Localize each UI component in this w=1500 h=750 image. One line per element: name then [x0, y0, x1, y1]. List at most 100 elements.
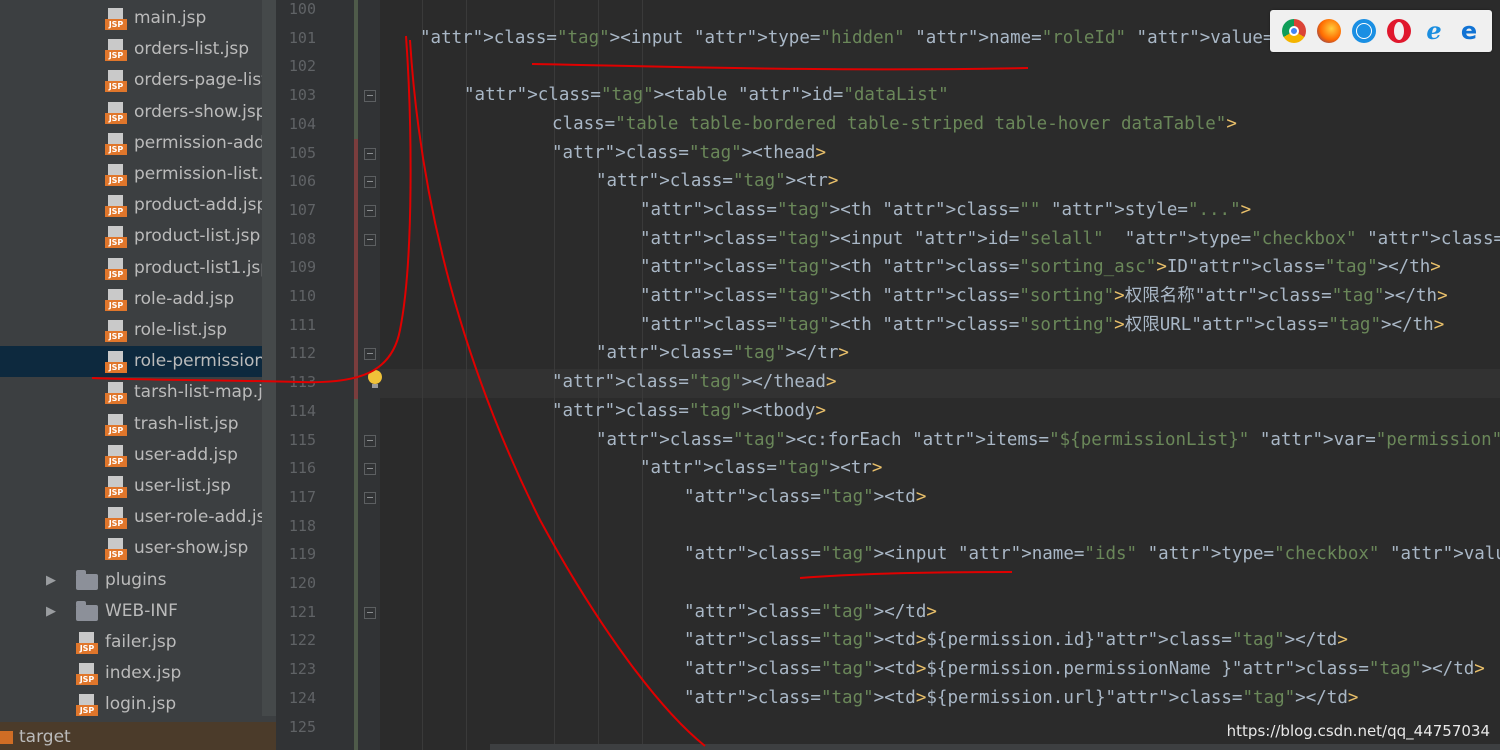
opera-icon[interactable] [1387, 19, 1411, 43]
code-line[interactable]: "attr">class="tag"><th "attr">class="" "… [640, 196, 1251, 225]
edge-icon[interactable]: e [1457, 19, 1481, 43]
tree-file[interactable]: JSP failer.jsp [0, 627, 276, 658]
fold-marker-icon[interactable] [364, 463, 376, 476]
tree-file[interactable]: JSP role-add.jsp [0, 284, 276, 315]
line-number: 115 [288, 430, 316, 449]
fold-marker-icon[interactable] [364, 204, 376, 217]
tree-item-label: WEB-INF [105, 600, 178, 621]
tree-item-label: permission-list.jsp [134, 164, 276, 184]
tree-file[interactable]: JSP role-permission-a [0, 346, 276, 378]
line-number: 107 [288, 200, 316, 219]
jsp-file-icon: JSP [105, 101, 127, 124]
code-line[interactable]: "attr">class="tag"><td>${permission.id}"… [684, 626, 1348, 655]
line-number: 120 [288, 574, 316, 592]
tree-file[interactable]: JSP index.jsp [0, 658, 276, 689]
horizontal-scrollbar[interactable] [490, 744, 1500, 750]
tree-file[interactable]: JSP main.jsp [0, 3, 276, 34]
tree-scrollbar[interactable] [262, 0, 276, 716]
code-line[interactable]: "attr">class="tag"></td> [684, 598, 937, 627]
fold-marker-icon[interactable] [364, 434, 376, 447]
fold-marker-icon[interactable] [364, 348, 376, 361]
jsp-file-icon: JSP [105, 195, 127, 218]
code-editor[interactable]: "attr">class="tag"><input "attr">type="h… [380, 0, 1500, 750]
tree-item-label: index.jsp [105, 663, 182, 684]
code-line[interactable]: "attr">class="tag"><thead> [552, 139, 826, 168]
tree-item-label: tarsh-list-map.jsp [134, 382, 276, 403]
tree-file[interactable]: JSP tarsh-list-map.jsp [0, 377, 276, 408]
line-number: 116 [288, 459, 316, 478]
tree-item-label: user-show.jsp [134, 538, 249, 559]
tree-file[interactable]: JSP user-list.jsp [0, 471, 276, 502]
jsp-file-icon: JSP [105, 39, 127, 62]
tree-item-label: failer.jsp [105, 632, 177, 652]
tree-file[interactable]: JSP trash-list.jsp [0, 409, 276, 440]
code-line[interactable]: "attr">class="tag"><td> [684, 483, 926, 512]
tree-file[interactable]: JSP user-role-add.jsp [0, 502, 276, 533]
code-line[interactable]: "attr">class="tag"><td>${permission.url}… [684, 684, 1358, 713]
tree-file[interactable]: JSP login.jsp [0, 689, 276, 720]
code-line[interactable]: "attr">class="tag"><td>${permission.perm… [684, 655, 1485, 684]
tree-file[interactable]: JSP orders-show.jsp [0, 97, 276, 128]
code-line[interactable]: "attr">class="tag"></tr> [596, 339, 849, 368]
tree-file[interactable]: JSP role-list.jsp [0, 315, 276, 346]
chrome-icon[interactable] [1282, 19, 1306, 43]
expand-arrow-icon[interactable]: ▶ [46, 565, 56, 596]
tree-item-label: target [19, 727, 71, 747]
jsp-badge: JSP [105, 143, 127, 155]
fold-marker-icon[interactable] [364, 176, 376, 189]
code-line[interactable]: "attr">class="tag"><th "attr">class="sor… [640, 253, 1441, 282]
code-line[interactable]: "attr">class="tag"><c:forEach "attr">ite… [596, 426, 1500, 455]
line-number: 113 [288, 373, 316, 392]
jsp-badge: JSP [105, 206, 127, 218]
current-line-highlight [380, 369, 1500, 398]
tree-folder[interactable]: ▶ WEB-INF [0, 596, 276, 627]
line-number: 117 [288, 487, 316, 506]
code-line[interactable]: "attr">class="tag"><tr> [596, 167, 838, 196]
jsp-badge: JSP [105, 237, 127, 249]
code-line[interactable]: "attr">class="tag"><input "attr">id="sel… [640, 225, 1500, 254]
code-line[interactable]: "attr">class="tag"></thead> [552, 368, 837, 397]
editor-gutter: 100 101 102 103 104 105 106 107 108 109 110 111 112 1… [276, 0, 380, 750]
jsp-badge: JSP [105, 549, 127, 561]
code-line[interactable]: "attr">class="tag"><tr> [640, 454, 882, 483]
tree-file[interactable]: JSP permission-add.js [0, 128, 276, 159]
code-line[interactable]: "attr">class="tag"><tbody> [552, 397, 826, 426]
fold-marker-icon[interactable] [364, 147, 376, 160]
expand-arrow-icon[interactable]: ▶ [46, 596, 56, 627]
jsp-badge: JSP [105, 268, 127, 280]
line-number: 108 [288, 229, 316, 248]
code-line[interactable]: "attr">class="tag"><th "attr">class="sor… [640, 311, 1444, 340]
fold-marker-icon[interactable] [364, 606, 376, 619]
excluded-folder-icon [0, 731, 13, 744]
fold-marker-icon[interactable] [364, 90, 376, 103]
code-line[interactable]: "attr">class="tag"><th "attr">class="sor… [640, 282, 1448, 311]
lightbulb-icon[interactable] [368, 370, 382, 388]
fold-marker-icon[interactable] [364, 491, 376, 504]
code-line[interactable]: "attr">class="tag"><table "attr">id="dat… [464, 81, 949, 110]
tree-file[interactable]: JSP user-show.jsp [0, 533, 276, 564]
jsp-badge: JSP [105, 393, 127, 405]
fold-marker-icon[interactable] [364, 233, 376, 246]
tree-folder[interactable]: ▶ plugins [0, 565, 276, 596]
tree-file[interactable]: JSP user-add.jsp [0, 440, 276, 471]
tree-file[interactable]: JSP product-list.jsp [0, 221, 276, 252]
tree-folder-target[interactable]: target [0, 722, 276, 750]
tree-item-label: role-permission-a [134, 351, 276, 372]
tree-file[interactable]: JSP orders-page-list.js [0, 65, 276, 96]
tree-file[interactable]: JSP permission-list.jsp [0, 159, 276, 190]
line-number: 124 [288, 688, 316, 707]
line-number: 103 [288, 86, 316, 105]
firefox-icon[interactable] [1317, 19, 1341, 43]
tree-item-label: orders-show.jsp [134, 101, 267, 122]
code-line[interactable]: "attr">class="tag"><input "attr">name="i… [684, 540, 1500, 569]
ie-icon[interactable]: e [1422, 19, 1446, 43]
code-line[interactable]: "attr">class="tag"><input "attr">type="h… [420, 24, 1411, 53]
jsp-file-icon: JSP [105, 507, 127, 530]
tree-file[interactable]: JSP orders-list.jsp [0, 34, 276, 65]
safari-icon[interactable] [1352, 19, 1376, 43]
jsp-file-icon: JSP [105, 257, 127, 280]
tree-file[interactable]: JSP product-add.jsp [0, 190, 276, 221]
tree-file[interactable]: JSP product-list1.jsp [0, 253, 276, 284]
jsp-badge: JSP [105, 487, 127, 498]
code-line[interactable]: class="table table-bordered table-stripe… [552, 110, 1237, 139]
